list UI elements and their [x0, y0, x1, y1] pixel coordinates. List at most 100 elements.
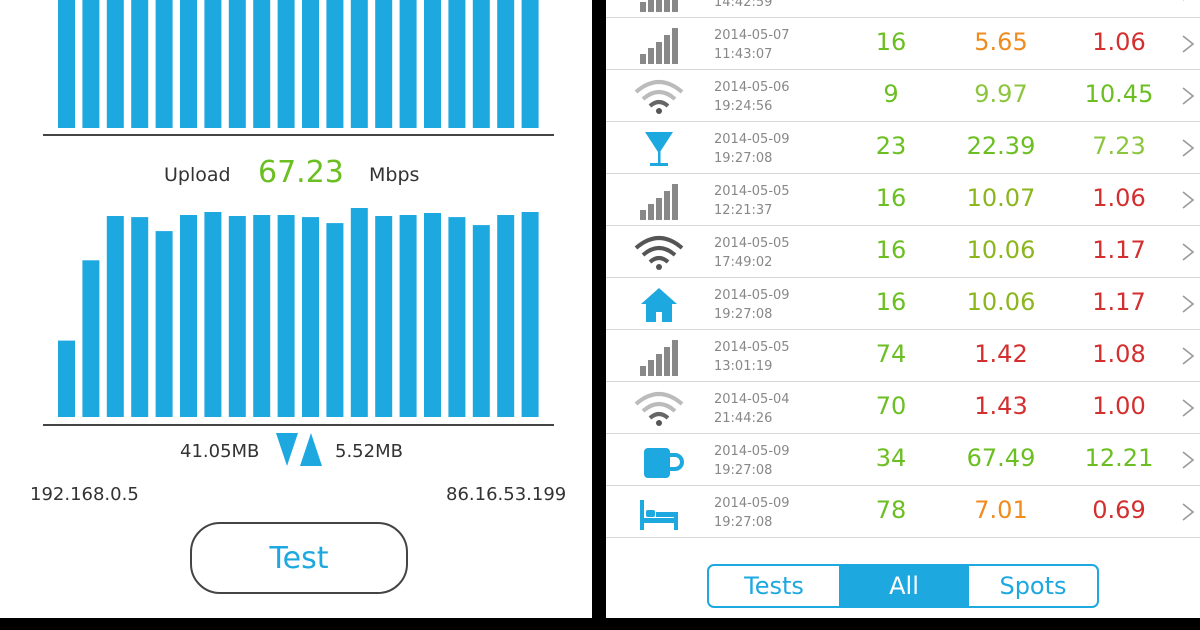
result-datetime: 2014-05-07 11:43:07 [714, 26, 790, 64]
chevron-right-icon[interactable] [1180, 450, 1196, 470]
download-bar-5 [155, 0, 173, 128]
result-datetime: 2014-05-06 19:24:56 [714, 78, 790, 116]
result-download: 5.60 [956, 0, 1046, 4]
result-row[interactable]: 2014-05-09 19:27:08 78 7.01 0.69 [606, 486, 1200, 538]
result-upload: 1.08 [1092, 340, 1146, 368]
local-ip-address: 192.168.0.5 [30, 484, 139, 505]
result-time: 19:27:08 [714, 515, 773, 530]
result-upload: 1.00 [1092, 392, 1146, 420]
result-row[interactable]: 2014-05-09 19:27:08 16 10.06 1.17 [606, 278, 1200, 330]
result-time: 21:44:26 [714, 411, 773, 426]
result-datetime: 2014-05-09 19:27:08 [714, 442, 790, 480]
result-upload: 1.06 [1092, 28, 1146, 56]
wifi-faint-icon [632, 78, 686, 116]
download-bar-20 [521, 0, 539, 128]
result-time: 11:43:07 [714, 47, 773, 62]
download-bar-8 [228, 0, 246, 128]
result-ping: 74 [875, 340, 907, 368]
result-download: 5.65 [974, 28, 1028, 56]
result-datetime: 2014-05-07 14:42:59 [714, 0, 790, 12]
upload-bar-8 [228, 216, 246, 417]
result-datetime: 2014-05-05 13:01:19 [714, 338, 790, 376]
result-upload: 1.17 [1092, 236, 1146, 264]
cellular-signal-icon [632, 26, 686, 64]
test-button[interactable]: Test [190, 522, 408, 594]
upload-bar-11 [302, 217, 319, 417]
tab-all[interactable]: All [839, 566, 969, 606]
result-row[interactable]: 2014-05-07 11:43:07 16 5.65 1.06 [606, 18, 1200, 70]
download-bar-18 [472, 0, 490, 128]
result-row[interactable]: 2014-05-05 12:21:37 16 10.07 1.06 [606, 174, 1200, 226]
result-row[interactable]: 2014-05-09 19:27:08 34 67.49 12.21 [606, 434, 1200, 486]
data-downloaded: 41.05MB [180, 441, 260, 462]
upload-bar-3 [106, 216, 124, 417]
filter-segmented-control: Tests All Spots [707, 564, 1099, 608]
result-download: 22.39 [966, 132, 1036, 160]
result-time: 19:27:08 [714, 151, 773, 166]
result-row[interactable]: 2014-05-09 19:27:08 23 22.39 7.23 [606, 122, 1200, 174]
download-bar-2 [82, 0, 100, 128]
coffee-cup-icon [632, 442, 686, 480]
result-date: 2014-05-07 [714, 28, 790, 43]
wifi-faint-icon [632, 390, 686, 428]
chevron-right-icon[interactable] [1180, 502, 1196, 522]
result-date: 2014-05-05 [714, 340, 790, 355]
upload-speed-unit: Mbps [369, 164, 420, 186]
upload-bar-13 [350, 208, 368, 417]
result-download: 67.49 [966, 444, 1036, 472]
chevron-right-icon[interactable] [1180, 86, 1196, 106]
download-bar-7 [204, 0, 222, 128]
chevron-right-icon[interactable] [1180, 190, 1196, 210]
download-chart-baseline [43, 134, 554, 136]
result-upload: 7.23 [1092, 132, 1146, 160]
data-uploaded: 5.52MB [335, 441, 403, 462]
upload-bar-17 [448, 217, 466, 417]
upload-bar-16 [424, 213, 441, 417]
upload-bar-chart [0, 195, 592, 425]
result-row[interactable]: 2014-05-05 17:49:02 16 10.06 1.17 [606, 226, 1200, 278]
upload-bar-14 [375, 216, 393, 417]
result-time: 13:01:19 [714, 359, 773, 374]
download-bar-19 [497, 0, 515, 128]
chevron-right-icon[interactable] [1180, 294, 1196, 314]
upload-bar-7 [204, 212, 222, 417]
tab-spots[interactable]: Spots [969, 566, 1097, 606]
upload-bar-19 [497, 215, 515, 417]
download-bar-3 [106, 0, 124, 128]
result-date: 2014-05-06 [714, 80, 790, 95]
download-bar-9 [253, 0, 271, 128]
upload-bar-2 [82, 260, 100, 417]
result-row[interactable]: 2014-05-07 14:42:59 17 5.60 1.18 [606, 0, 1200, 18]
upload-bar-10 [277, 215, 295, 417]
result-row[interactable]: 2014-05-05 13:01:19 74 1.42 1.08 [606, 330, 1200, 382]
upload-bar-15 [399, 215, 417, 417]
result-row[interactable]: 2014-05-04 21:44:26 70 1.43 1.00 [606, 382, 1200, 434]
upload-bar-1 [58, 340, 75, 417]
result-ping: 9 [883, 80, 899, 108]
result-ping: 17 [846, 0, 936, 4]
chevron-right-icon[interactable] [1180, 0, 1196, 2]
tab-tests[interactable]: Tests [709, 566, 839, 606]
result-date: 2014-05-04 [714, 392, 790, 407]
download-bars [58, 0, 539, 128]
chevron-right-icon[interactable] [1180, 34, 1196, 54]
chevron-right-icon[interactable] [1180, 346, 1196, 366]
result-datetime: 2014-05-04 21:44:26 [714, 390, 790, 428]
upload-bar-9 [253, 215, 271, 417]
result-upload: 10.45 [1084, 80, 1154, 108]
result-ping: 16 [875, 236, 907, 264]
chevron-right-icon[interactable] [1180, 398, 1196, 418]
cellular-signal-icon [632, 0, 686, 12]
result-ping: 16 [875, 184, 907, 212]
speed-test-panel: Upload 67.23 Mbps 41.05MB 5.52MB 192.168… [0, 0, 592, 618]
result-ping: 16 [875, 288, 907, 316]
chevron-right-icon[interactable] [1180, 242, 1196, 262]
chevron-right-icon[interactable] [1180, 138, 1196, 158]
result-row[interactable]: 2014-05-06 19:24:56 9 9.97 10.45 [606, 70, 1200, 122]
download-bar-10 [277, 0, 295, 128]
result-date: 2014-05-05 [714, 236, 790, 251]
result-date: 2014-05-09 [714, 444, 790, 459]
result-datetime: 2014-05-09 19:27:08 [714, 286, 790, 324]
upload-bar-6 [180, 215, 197, 417]
result-datetime: 2014-05-09 19:27:08 [714, 494, 790, 532]
